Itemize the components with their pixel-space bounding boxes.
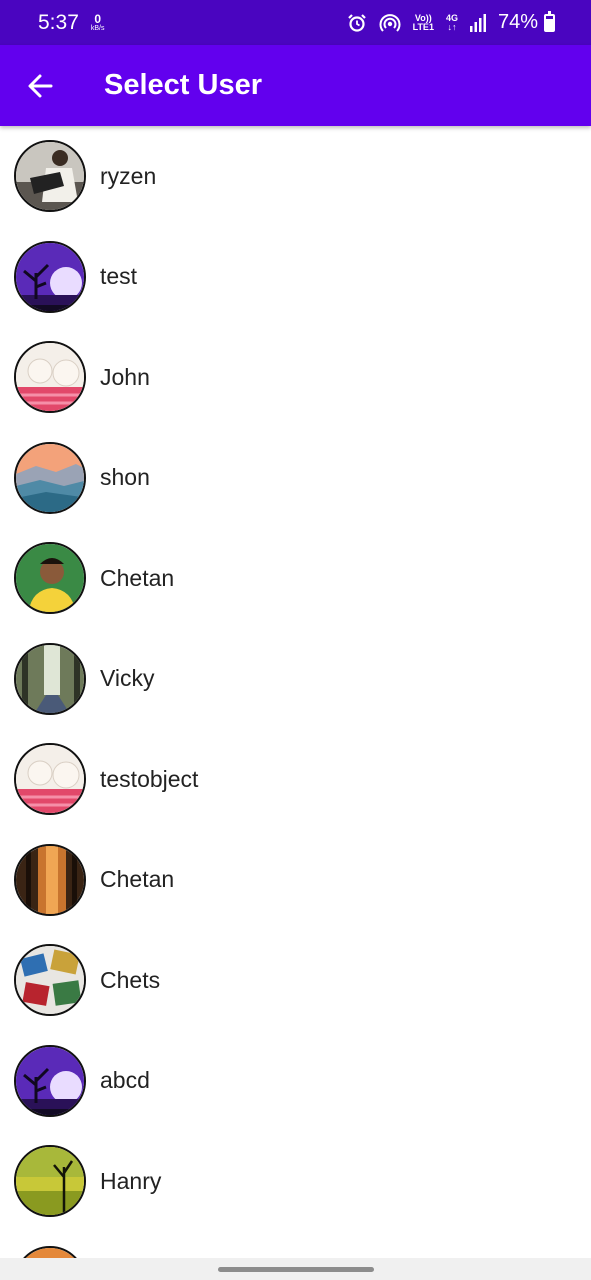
user-row[interactable]: Chets — [0, 930, 591, 1031]
user-name: Chetan — [100, 866, 175, 893]
user-name: testobject — [100, 765, 199, 792]
mountain-sunset-photo — [16, 443, 84, 512]
network-speed-unit: kB/s — [90, 25, 105, 32]
page-title: Select User — [104, 69, 262, 101]
purple-night-tree-photo — [16, 242, 84, 311]
signal-icon — [469, 13, 486, 32]
person-photo — [16, 142, 84, 211]
purple-night-tree-photo — [16, 1046, 84, 1115]
status-bar: 5:37 0 kB/s Vo)) LTE1 4G ↓↑ 74% — [0, 0, 591, 45]
user-avatar — [14, 1145, 86, 1218]
home-gesture-handle[interactable] — [218, 1267, 374, 1272]
user-row[interactable] — [0, 1232, 591, 1258]
user-row[interactable]: ryzen — [0, 126, 591, 227]
user-name: abcd — [100, 1067, 150, 1094]
hotspot-icon — [379, 13, 401, 32]
user-row[interactable]: test — [0, 227, 591, 328]
battery-fill — [546, 19, 553, 30]
user-avatar — [14, 843, 86, 916]
kitten-photo — [16, 343, 84, 412]
user-avatar — [14, 441, 86, 514]
user-row[interactable]: testobject — [0, 729, 591, 830]
user-avatar — [14, 140, 86, 213]
user-avatar — [14, 1044, 86, 1117]
kitten-photo — [16, 745, 84, 814]
battery-icon — [544, 10, 555, 32]
lte-label: LTE1 — [412, 21, 434, 32]
user-avatar — [14, 240, 86, 313]
user-row[interactable]: shon — [0, 428, 591, 529]
user-name: Hanry — [100, 1167, 162, 1194]
user-list[interactable]: ryzen test John shon Chetan Vicky testob… — [0, 126, 591, 1258]
orange-photo-partial — [16, 1247, 84, 1258]
network-arrows: ↓↑ — [447, 21, 457, 32]
app-bar: Select User — [0, 45, 591, 126]
user-name: Vicky — [100, 665, 155, 692]
user-avatar — [14, 743, 86, 816]
status-right: Vo)) LTE1 4G ↓↑ 74% — [347, 10, 555, 34]
network-speed: 0 kB/s — [91, 13, 105, 32]
user-avatar — [14, 1245, 86, 1258]
user-name: John — [100, 363, 150, 390]
forest-path-photo — [16, 644, 84, 713]
photo-collage — [16, 946, 84, 1015]
user-name: test — [100, 263, 138, 290]
user-avatar — [14, 944, 86, 1017]
user-avatar — [14, 642, 86, 715]
user-row[interactable]: Chetan — [0, 830, 591, 931]
arrow-back-icon — [28, 74, 53, 97]
battery-percent: 74% — [497, 11, 538, 33]
clock: 5:37 — [38, 10, 79, 34]
user-name: Chetan — [100, 564, 175, 591]
user-name: shon — [100, 464, 150, 491]
alarm-icon — [347, 13, 366, 32]
network-type: 4G ↓↑ — [446, 13, 458, 32]
navigation-bar — [0, 1258, 591, 1280]
user-row[interactable]: Vicky — [0, 629, 591, 730]
back-button[interactable] — [0, 45, 80, 126]
network-speed-value: 0 — [94, 12, 102, 26]
user-row[interactable]: abcd — [0, 1031, 591, 1132]
user-row[interactable]: Chetan — [0, 528, 591, 629]
user-name: ryzen — [100, 162, 157, 189]
user-row[interactable]: Hanry — [0, 1131, 591, 1232]
yellow-field-tree-photo — [16, 1147, 84, 1216]
user-avatar — [14, 542, 86, 615]
user-row[interactable]: John — [0, 327, 591, 428]
volte-indicator: Vo)) LTE1 — [412, 13, 434, 32]
user-name: Chets — [100, 966, 161, 993]
person-portrait-photo — [16, 544, 84, 613]
user-avatar — [14, 341, 86, 414]
status-left: 5:37 0 kB/s — [38, 11, 105, 35]
autumn-forest-photo — [16, 845, 84, 914]
